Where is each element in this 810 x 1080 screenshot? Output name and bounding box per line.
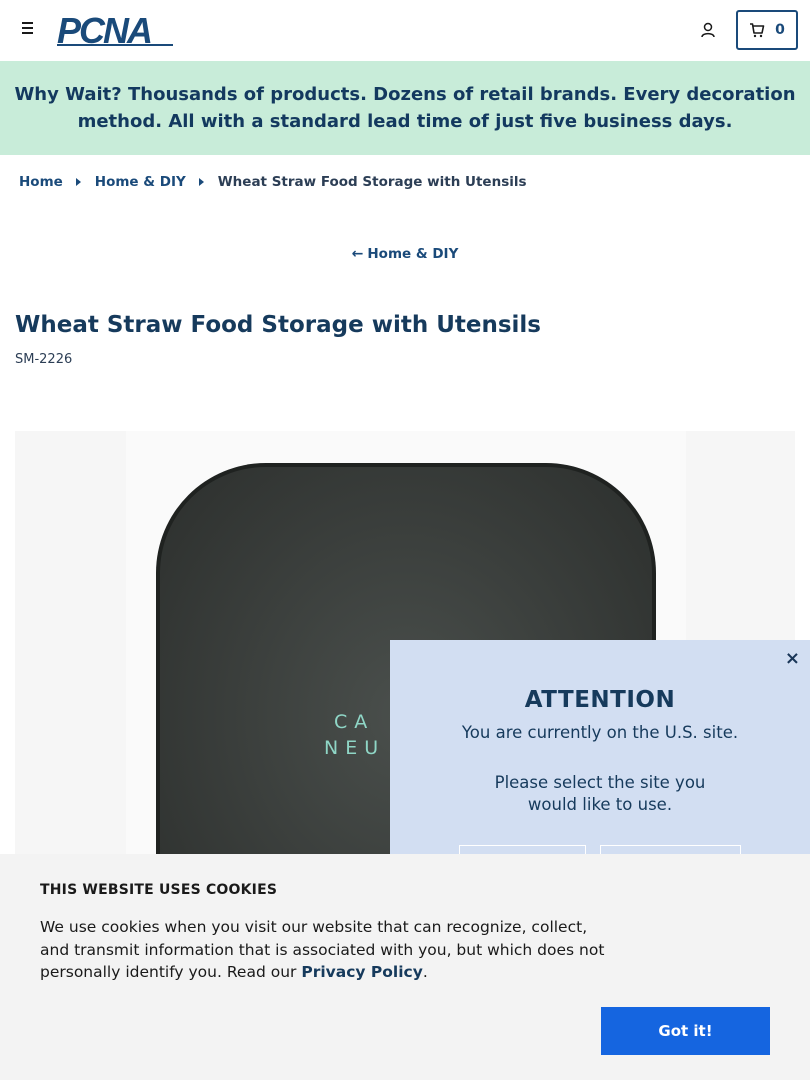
svg-text:PCNA: PCNA <box>57 14 151 47</box>
modal-current-site-text: You are currently on the U.S. site. <box>461 723 739 742</box>
pcna-logo[interactable]: PCNA <box>57 10 177 51</box>
back-link-label: Home & DIY <box>367 246 459 262</box>
product-title: Wheat Straw Food Storage with Utensils <box>15 312 541 338</box>
product-imprint-line2: NEU <box>324 737 385 759</box>
back-to-category-link[interactable]: ← Home & DIY <box>0 246 810 262</box>
breadcrumb-separator-icon <box>198 178 204 186</box>
promo-lead: Why Wait? <box>14 84 122 105</box>
arrow-left-icon: ← <box>351 246 364 262</box>
modal-select-site-text: Please select the site you would like to… <box>494 773 706 814</box>
cart-button[interactable]: 0 <box>736 10 798 50</box>
region-select-modal: × ATTENTION You are currently on the U.S… <box>390 640 810 885</box>
breadcrumb-home-diy[interactable]: Home & DIY <box>95 174 186 190</box>
modal-title: ATTENTION <box>524 687 676 713</box>
hamburger-menu-icon[interactable] <box>18 19 38 41</box>
breadcrumb-home[interactable]: Home <box>19 174 63 190</box>
product-imprint-line1: CA <box>334 711 374 733</box>
cart-count: 0 <box>775 22 785 38</box>
cookie-text: We use cookies when you visit our websit… <box>40 918 605 981</box>
breadcrumb-separator-icon <box>75 178 81 186</box>
cookie-title: THIS WEBSITE USES COOKIES <box>40 882 278 898</box>
breadcrumb-current: Wheat Straw Food Storage with Utensils <box>217 174 527 190</box>
cookie-banner: THIS WEBSITE USES COOKIES We use cookies… <box>0 854 810 1080</box>
close-icon[interactable]: × <box>785 648 800 669</box>
accept-cookies-button[interactable]: Got it! <box>601 1007 770 1055</box>
promo-text: Thousands of products. Dozens of retail … <box>77 84 796 132</box>
site-header: PCNA 0 <box>0 0 810 61</box>
promo-banner: Why Wait? Thousands of products. Dozens … <box>0 61 810 155</box>
account-icon[interactable] <box>699 21 717 39</box>
privacy-policy-link[interactable]: Privacy Policy <box>301 963 423 981</box>
product-sku: SM-2226 <box>15 352 73 367</box>
breadcrumb: Home Home & DIY Wheat Straw Food Storage… <box>19 174 527 190</box>
cart-icon <box>750 23 765 38</box>
